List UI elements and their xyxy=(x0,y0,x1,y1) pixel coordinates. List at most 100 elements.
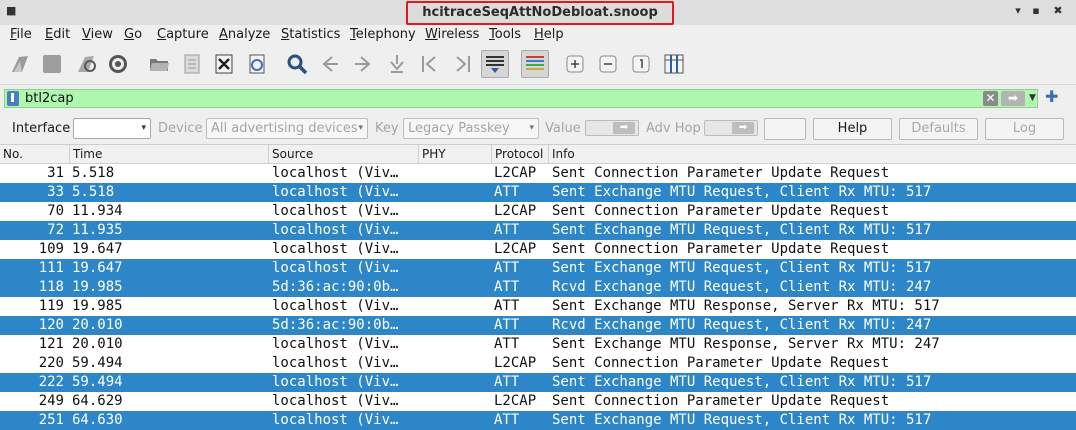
packet-cell-protocol: ATT xyxy=(494,260,520,276)
column-header-time[interactable]: Time xyxy=(70,145,269,163)
menu-capture[interactable]: Capture xyxy=(157,27,209,43)
packet-cell-no: 31 xyxy=(47,165,64,181)
packet-cell-protocol: ATT xyxy=(494,298,520,314)
packet-cell-time: 59.494 xyxy=(72,355,123,371)
packet-cell-no: 33 xyxy=(47,184,64,200)
normal-size-icon[interactable] xyxy=(627,50,655,78)
menu-view[interactable]: View xyxy=(82,27,113,43)
capture-options-icon[interactable] xyxy=(104,50,132,78)
packet-cell-no: 249 xyxy=(38,393,64,409)
packet-cell-no: 220 xyxy=(38,355,64,371)
defaults-button[interactable]: Defaults xyxy=(899,118,978,140)
packet-list[interactable]: No. Time Source PHY Protocol Info 31 5.51… xyxy=(0,145,1076,430)
packet-cell-phy xyxy=(420,259,492,278)
resize-columns-icon[interactable] xyxy=(660,50,688,78)
packet-list-header: No. Time Source PHY Protocol Info xyxy=(0,145,1076,164)
key-select[interactable]: Legacy Passkey ▾ xyxy=(403,118,539,139)
packet-cell-phy xyxy=(420,202,492,221)
value-apply-control[interactable]: ➡ xyxy=(585,120,639,136)
filter-text[interactable]: btl2cap xyxy=(25,90,74,107)
last-packet-icon[interactable] xyxy=(448,50,476,78)
blank-button[interactable] xyxy=(764,118,806,140)
packet-cell-time: 5.518 xyxy=(72,184,115,200)
packet-cell-source: 5d:36:ac:90:0b… xyxy=(272,279,399,295)
packet-row[interactable]: 222 59.494 localhost (Viv… ATT Sent Exchange… xyxy=(0,373,1076,392)
packet-cell-no: 72 xyxy=(47,222,64,238)
packet-cell-protocol: L2CAP xyxy=(494,241,537,257)
packet-cell-protocol: ATT xyxy=(494,374,520,390)
menu-telephony[interactable]: Telephony xyxy=(350,27,416,43)
packet-row[interactable]: 33 5.518 localhost (Viv… ATT Sent Exchange M… xyxy=(0,183,1076,202)
minimize-icon[interactable]: ▾ xyxy=(1011,4,1025,18)
menu-go[interactable]: Go xyxy=(124,27,142,43)
open-file-icon[interactable] xyxy=(145,50,173,78)
restart-capture-icon[interactable] xyxy=(72,50,100,78)
zoom-out-icon[interactable] xyxy=(594,50,622,78)
help-button[interactable]: Help xyxy=(813,118,892,140)
packet-cell-source: localhost (Viv… xyxy=(272,165,399,181)
packet-row[interactable]: 118 19.985 5d:36:ac:90:0b… ATT Rcvd Exchange… xyxy=(0,278,1076,297)
packet-row[interactable]: 111 19.647 localhost (Viv… ATT Sent Exchange… xyxy=(0,259,1076,278)
interface-select[interactable]: ▾ xyxy=(73,118,151,139)
packet-row[interactable]: 119 19.985 localhost (Viv… ATT Sent Exchange… xyxy=(0,297,1076,316)
menu-file[interactable]: File xyxy=(10,27,32,43)
device-select[interactable]: All advertising devices ▾ xyxy=(206,118,368,139)
packet-row[interactable]: 70 11.934 localhost (Viv… L2CAP Sent Connect… xyxy=(0,202,1076,221)
column-header-source[interactable]: Source xyxy=(269,145,419,163)
packet-row[interactable]: 121 20.010 localhost (Viv… ATT Sent Exchange… xyxy=(0,335,1076,354)
menu-statistics[interactable]: Statistics xyxy=(281,27,340,43)
packet-cell-time: 5.518 xyxy=(72,165,115,181)
packet-row[interactable]: 220 59.494 localhost (Viv… L2CAP Sent Connec… xyxy=(0,354,1076,373)
go-back-icon[interactable] xyxy=(316,50,344,78)
clear-filter-icon[interactable]: ✕ xyxy=(983,91,998,106)
packet-cell-phy xyxy=(420,240,492,259)
filter-bookmark-icon[interactable] xyxy=(7,91,19,106)
menu-wireless[interactable]: Wireless xyxy=(425,27,479,43)
stop-capture-icon[interactable] xyxy=(38,50,66,78)
go-forward-icon[interactable] xyxy=(349,50,377,78)
reload-file-icon[interactable] xyxy=(243,50,271,78)
menu-help[interactable]: Help xyxy=(534,27,564,43)
shark-fin-start-icon[interactable] xyxy=(6,50,34,78)
filter-history-dropdown-icon[interactable]: ▼ xyxy=(1029,93,1039,103)
app-menu-icon[interactable]: ■ xyxy=(6,5,16,16)
column-header-info[interactable]: Info xyxy=(549,145,1076,163)
packet-cell-source: localhost (Viv… xyxy=(272,241,399,257)
packet-cell-info: Sent Exchange MTU Request, Client Rx MTU… xyxy=(552,260,932,276)
packet-row[interactable]: 251 64.630 localhost (Viv… ATT Sent Exchange… xyxy=(0,411,1076,430)
btle-interface-bar: Interface ▾ Device All advertising devic… xyxy=(0,114,1076,145)
packet-cell-source: localhost (Viv… xyxy=(272,203,399,219)
close-window-icon[interactable]: ✖ xyxy=(1051,4,1065,18)
colorize-icon[interactable] xyxy=(521,50,549,78)
packet-row[interactable]: 109 19.647 localhost (Viv… L2CAP Sent Connec… xyxy=(0,240,1076,259)
menu-edit[interactable]: Edit xyxy=(45,27,70,43)
adv-hop-apply-control[interactable]: ➡ xyxy=(704,120,758,136)
packet-row[interactable]: 120 20.010 5d:36:ac:90:0b… ATT Rcvd Exchange… xyxy=(0,316,1076,335)
maximize-icon[interactable]: ▪ xyxy=(1029,4,1043,18)
zoom-in-icon[interactable] xyxy=(561,50,589,78)
packet-row[interactable]: 249 64.629 localhost (Viv… L2CAP Sent Connec… xyxy=(0,392,1076,411)
menu-tools[interactable]: Tools xyxy=(489,27,521,43)
packet-cell-no: 222 xyxy=(38,374,64,390)
packet-row[interactable]: 72 11.935 localhost (Viv… ATT Sent Exchange … xyxy=(0,221,1076,240)
close-file-icon[interactable] xyxy=(210,50,238,78)
log-button[interactable]: Log xyxy=(985,118,1064,140)
apply-filter-icon[interactable]: ➡ xyxy=(1001,91,1025,106)
column-header-protocol[interactable]: Protocol xyxy=(492,145,549,163)
menu-analyze[interactable]: Analyze xyxy=(219,27,270,43)
packet-cell-time: 59.494 xyxy=(72,374,123,390)
chevron-down-icon: ▾ xyxy=(358,123,363,133)
save-file-icon[interactable] xyxy=(178,50,206,78)
go-to-packet-icon[interactable] xyxy=(383,50,411,78)
column-header-phy[interactable]: PHY xyxy=(419,145,492,163)
packet-cell-phy xyxy=(420,411,492,430)
packet-row[interactable]: 31 5.518 localhost (Viv… L2CAP Sent Connecti… xyxy=(0,164,1076,183)
first-packet-icon[interactable] xyxy=(416,50,444,78)
apply-arrow-icon: ➡ xyxy=(732,122,754,134)
find-packet-icon[interactable] xyxy=(283,50,311,78)
display-filter-input[interactable]: btl2cap ✕ ➡ ▼ xyxy=(4,89,1038,108)
column-header-no[interactable]: No. xyxy=(0,145,70,163)
packet-cell-phy xyxy=(420,183,492,202)
auto-scroll-icon[interactable] xyxy=(481,50,509,78)
add-filter-button-icon[interactable]: ✚ xyxy=(1045,89,1058,105)
